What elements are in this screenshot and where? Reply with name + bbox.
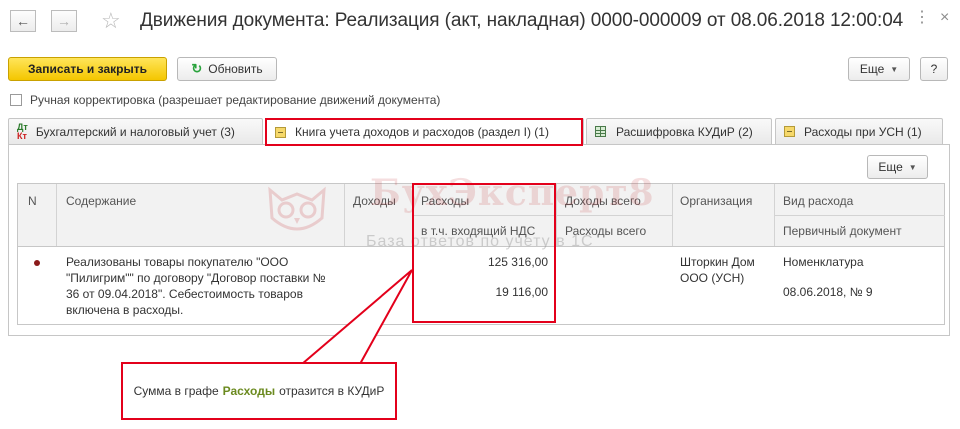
callout-highlight: Расходы [222, 384, 276, 398]
callout-box: Сумма в графе Расходы отразится в КУДиР [121, 362, 397, 420]
callout-text-before: Сумма в графе [133, 384, 219, 398]
callout-text-after: отразится в КУДиР [279, 384, 385, 398]
